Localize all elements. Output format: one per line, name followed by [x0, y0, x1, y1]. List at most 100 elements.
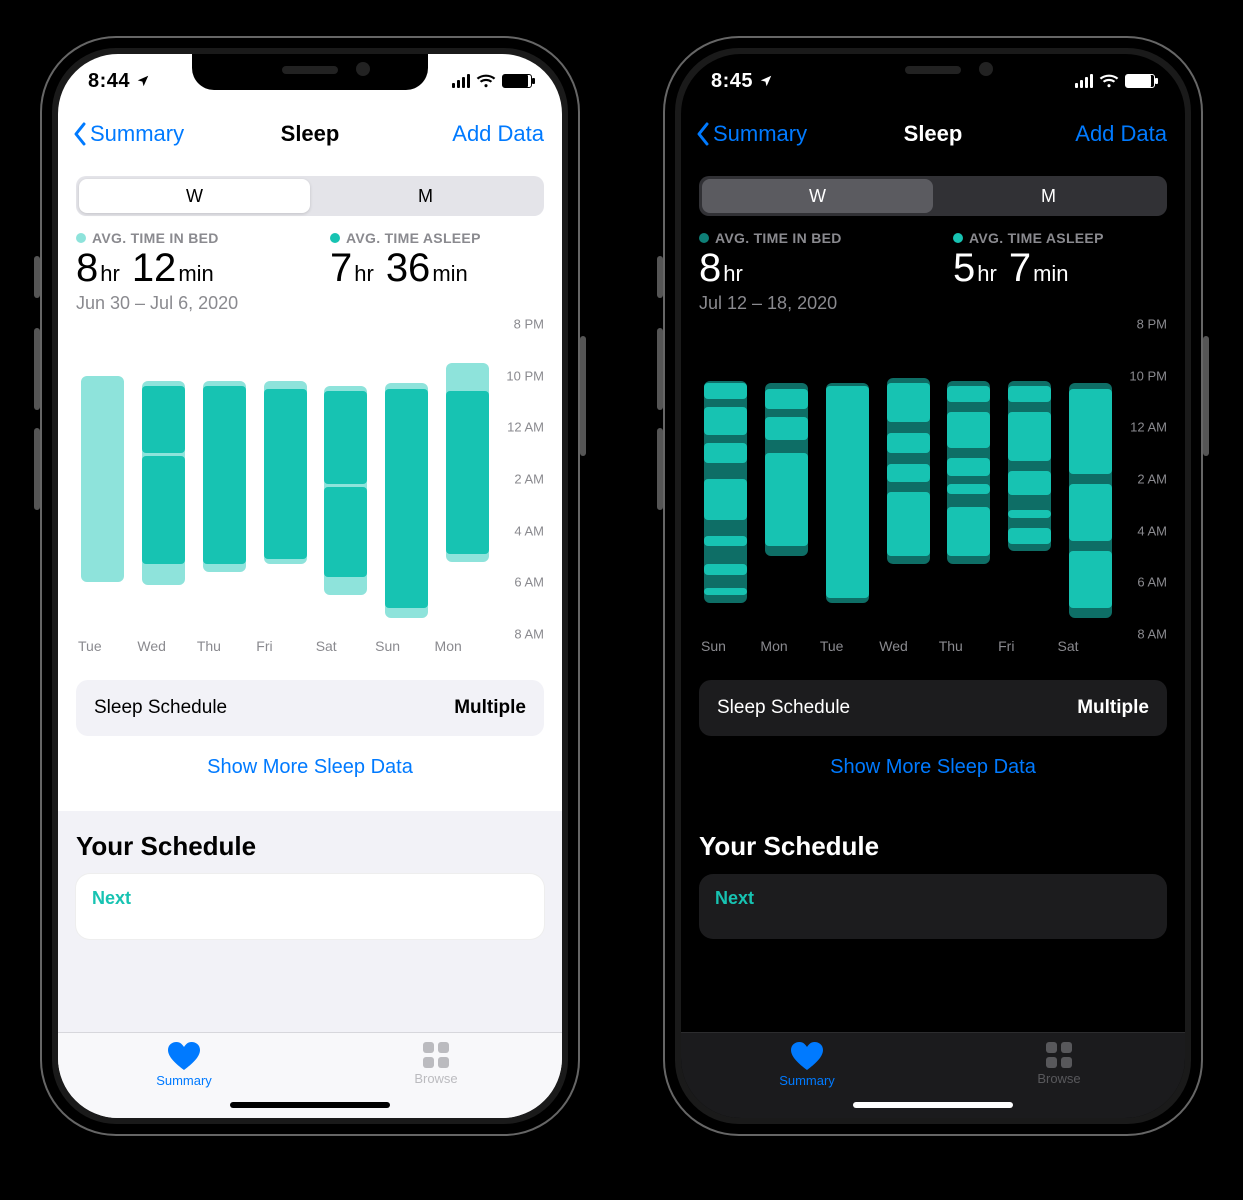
- chart-bar[interactable]: [443, 324, 492, 634]
- chart-bar[interactable]: [321, 324, 370, 634]
- screen: 8:45 Summary Sleep Add Data: [681, 54, 1185, 1118]
- show-more-link[interactable]: Show More Sleep Data: [76, 736, 544, 805]
- show-more-link[interactable]: Show More Sleep Data: [699, 736, 1167, 805]
- chart-bar[interactable]: [1066, 324, 1115, 634]
- dot-icon: [953, 233, 963, 243]
- sleep-schedule-row[interactable]: Sleep Schedule Multiple: [699, 680, 1167, 736]
- x-tick: Sat: [314, 638, 373, 664]
- back-label: Summary: [713, 121, 807, 147]
- x-tick: Sun: [373, 638, 432, 664]
- home-indicator[interactable]: [853, 1102, 1013, 1108]
- segmented-control[interactable]: W M: [699, 176, 1167, 216]
- y-tick: 4 AM: [514, 523, 544, 538]
- back-label: Summary: [90, 121, 184, 147]
- add-data-button[interactable]: Add Data: [1075, 121, 1167, 147]
- sleep-card: W M AVG. TIME IN BED 8hr AVG. TIME ASLEE…: [681, 160, 1185, 811]
- x-tick: Wed: [877, 638, 936, 664]
- metric-bed-value: 8hr: [699, 246, 913, 291]
- metrics-row: AVG. TIME IN BED 8hr 12min AVG. TIME ASL…: [76, 230, 544, 291]
- date-range: Jul 12 – 18, 2020: [699, 293, 1167, 314]
- home-indicator[interactable]: [230, 1102, 390, 1108]
- chart-bar[interactable]: [78, 324, 127, 634]
- back-button[interactable]: Summary: [695, 121, 807, 147]
- next-schedule-card[interactable]: Next: [699, 874, 1167, 939]
- signal-icon: [1075, 74, 1093, 88]
- content-scroll[interactable]: W M AVG. TIME IN BED 8hr AVG. TIME ASLEE…: [681, 160, 1185, 1032]
- heart-icon: [790, 1041, 824, 1071]
- x-tick: Mon: [758, 638, 817, 664]
- y-tick: 2 AM: [514, 472, 544, 487]
- date-range: Jun 30 – Jul 6, 2020: [76, 293, 544, 314]
- heart-icon: [167, 1041, 201, 1071]
- chevron-left-icon: [72, 122, 88, 146]
- nav-title: Sleep: [281, 121, 340, 147]
- row-value: Multiple: [1077, 697, 1149, 719]
- sleep-schedule-row[interactable]: Sleep Schedule Multiple: [76, 680, 544, 736]
- row-label: Sleep Schedule: [717, 697, 850, 719]
- row-value: Multiple: [454, 697, 526, 719]
- x-tick: Thu: [195, 638, 254, 664]
- next-label: Next: [715, 888, 1151, 909]
- content-scroll[interactable]: W M AVG. TIME IN BED 8hr 12min AVG.: [58, 160, 562, 1032]
- segment-week[interactable]: W: [702, 179, 933, 213]
- location-icon: [759, 74, 773, 88]
- chart-bar[interactable]: [944, 324, 993, 634]
- phone-mock-dark: 8:45 Summary Sleep Add Data: [663, 36, 1203, 1136]
- x-tick: Wed: [135, 638, 194, 664]
- y-tick: 6 AM: [1137, 575, 1167, 590]
- location-icon: [136, 74, 150, 88]
- notch: [815, 54, 1051, 90]
- back-button[interactable]: Summary: [72, 121, 184, 147]
- legend-bed: AVG. TIME IN BED: [699, 230, 913, 246]
- row-label: Sleep Schedule: [94, 697, 227, 719]
- section-title-your-schedule: Your Schedule: [58, 827, 562, 874]
- dot-icon: [330, 233, 340, 243]
- y-tick: 2 AM: [1137, 472, 1167, 487]
- phone-mock-light: 8:44 Summary Sleep Add Data: [40, 36, 580, 1136]
- chart-bar[interactable]: [200, 324, 249, 634]
- x-tick: Sat: [1056, 638, 1115, 664]
- metric-asleep-value: 5hr 7min: [953, 246, 1167, 291]
- x-tick: Tue: [76, 638, 135, 664]
- y-tick: 8 AM: [514, 627, 544, 642]
- stage: 8:44 Summary Sleep Add Data: [0, 0, 1243, 1200]
- chart-bar[interactable]: [261, 324, 310, 634]
- chevron-left-icon: [695, 122, 711, 146]
- nav-title: Sleep: [904, 121, 963, 147]
- status-time: 8:45: [711, 70, 753, 93]
- next-schedule-card[interactable]: Next: [76, 874, 544, 939]
- y-tick: 8 PM: [514, 317, 544, 332]
- battery-icon: [502, 74, 532, 88]
- chart-bar[interactable]: [884, 324, 933, 634]
- screen: 8:44 Summary Sleep Add Data: [58, 54, 562, 1118]
- y-tick: 10 PM: [1129, 368, 1167, 383]
- x-tick: Mon: [433, 638, 492, 664]
- chart-bar[interactable]: [701, 324, 750, 634]
- y-tick: 6 AM: [514, 575, 544, 590]
- y-tick: 12 AM: [507, 420, 544, 435]
- sleep-chart[interactable]: 8 PM10 PM12 AM2 AM4 AM6 AM8 AMSunMonTueW…: [699, 324, 1167, 664]
- chart-bar[interactable]: [823, 324, 872, 634]
- y-tick: 10 PM: [506, 368, 544, 383]
- x-tick: Sun: [699, 638, 758, 664]
- sleep-card: W M AVG. TIME IN BED 8hr 12min AVG.: [58, 160, 562, 811]
- chart-bar[interactable]: [139, 324, 188, 634]
- chart-bar[interactable]: [382, 324, 431, 634]
- wifi-icon: [476, 74, 496, 88]
- add-data-button[interactable]: Add Data: [452, 121, 544, 147]
- metric-bed-value: 8hr 12min: [76, 246, 290, 291]
- status-time: 8:44: [88, 70, 130, 93]
- wifi-icon: [1099, 74, 1119, 88]
- segment-month[interactable]: M: [933, 179, 1164, 213]
- sleep-chart[interactable]: 8 PM10 PM12 AM2 AM4 AM6 AM8 AMTueWedThuF…: [76, 324, 544, 664]
- grid-icon: [1045, 1041, 1073, 1069]
- segment-month[interactable]: M: [310, 179, 541, 213]
- chart-bar[interactable]: [1005, 324, 1054, 634]
- metric-asleep-value: 7hr 36min: [330, 246, 544, 291]
- chart-bar[interactable]: [762, 324, 811, 634]
- dot-icon: [76, 233, 86, 243]
- dot-icon: [699, 233, 709, 243]
- segment-week[interactable]: W: [79, 179, 310, 213]
- battery-icon: [1125, 74, 1155, 88]
- segmented-control[interactable]: W M: [76, 176, 544, 216]
